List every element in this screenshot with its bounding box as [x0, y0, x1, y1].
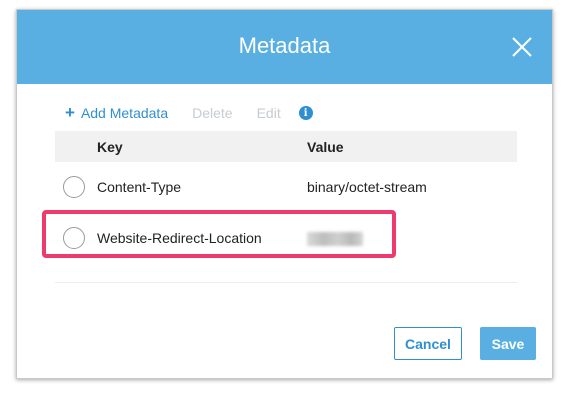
table-row[interactable]: Content-Type binary/octet-stream: [55, 169, 517, 209]
highlight-annotation: [42, 210, 396, 258]
add-metadata-label: Add Metadata: [80, 105, 169, 121]
metadata-toolbar: + Add Metadata Delete Edit i: [65, 104, 313, 122]
delete-button[interactable]: Delete: [192, 105, 232, 121]
row-key: Content-Type: [97, 179, 182, 195]
close-icon[interactable]: [510, 35, 534, 59]
dialog-header: Metadata: [17, 10, 552, 84]
add-metadata-button[interactable]: + Add Metadata: [65, 103, 169, 122]
table-header: Key Value: [55, 131, 517, 162]
save-button[interactable]: Save: [480, 327, 536, 360]
info-icon[interactable]: i: [298, 106, 313, 120]
radio-icon[interactable]: [63, 176, 85, 198]
divider: [55, 282, 517, 283]
edit-button[interactable]: Edit: [257, 105, 281, 121]
metadata-dialog: Metadata + Add Metadata Delete Edit i Ke…: [16, 9, 553, 379]
column-header-key: Key: [97, 139, 123, 155]
row-value: binary/octet-stream: [307, 179, 427, 195]
plus-icon: +: [65, 103, 75, 122]
dialog-title: Metadata: [238, 33, 331, 58]
cancel-button[interactable]: Cancel: [394, 327, 462, 360]
column-header-value: Value: [307, 139, 344, 155]
